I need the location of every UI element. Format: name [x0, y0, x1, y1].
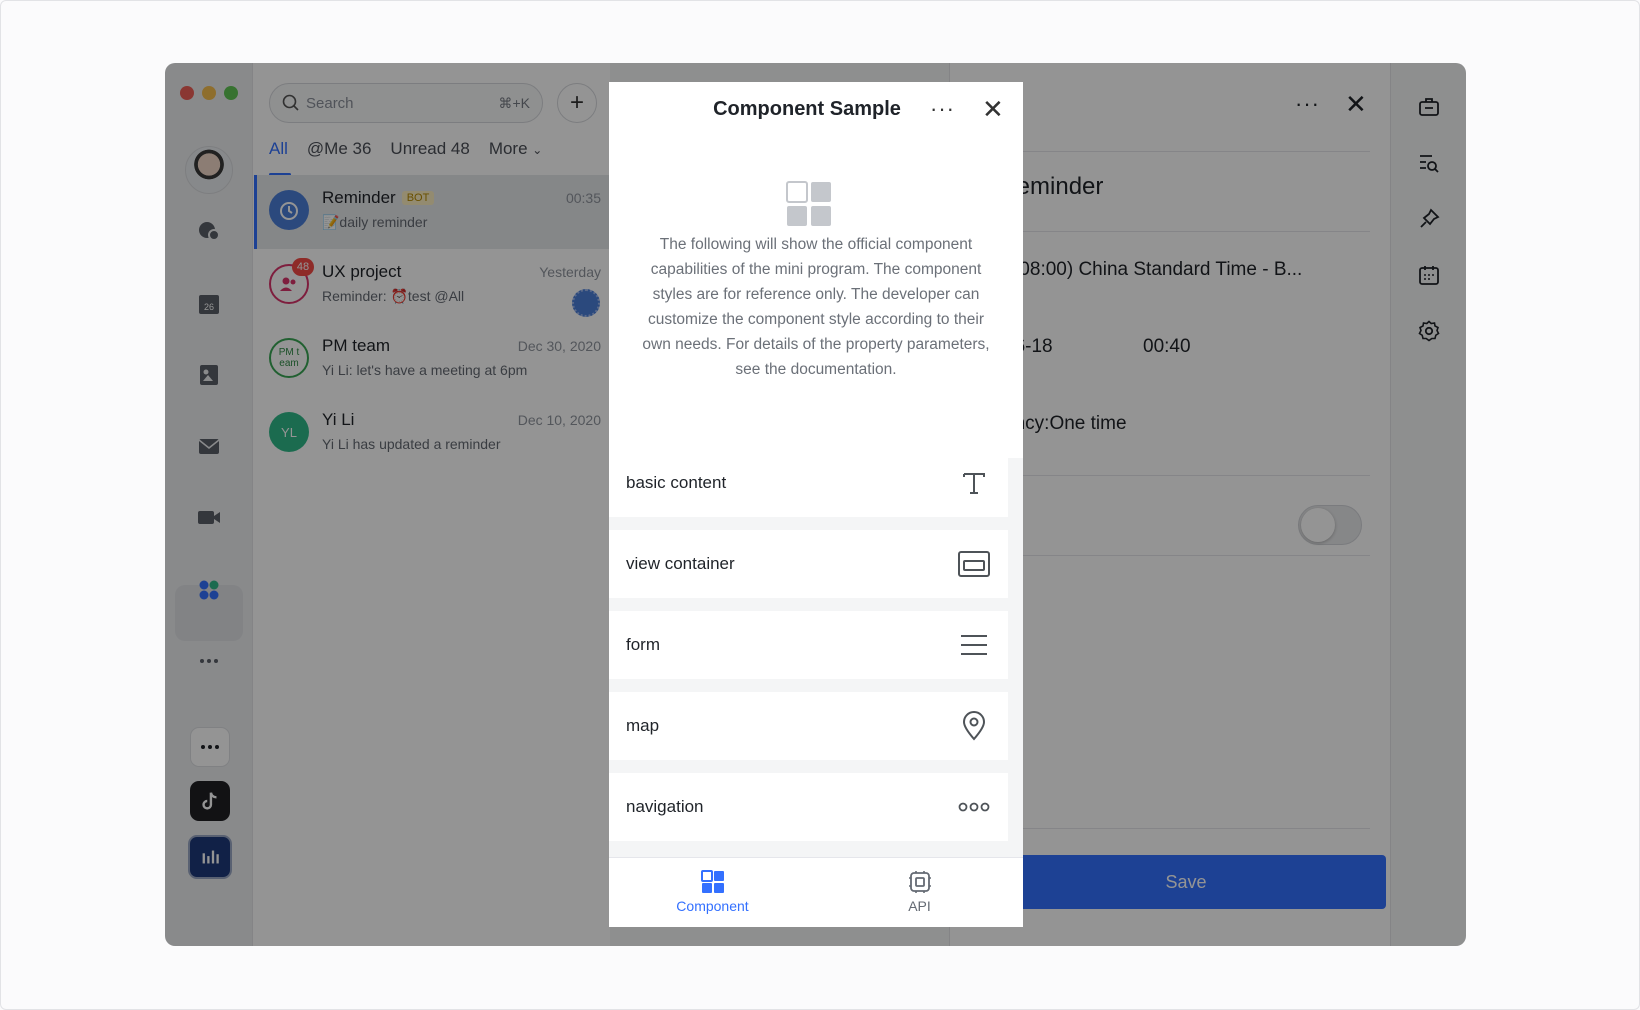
item-label: view container	[626, 554, 735, 573]
tab-label: Component	[676, 898, 749, 914]
component-item-view-container[interactable]: view container	[609, 530, 1008, 598]
item-label: navigation	[626, 797, 704, 816]
component-item-map[interactable]: map	[609, 692, 1008, 760]
container-icon	[958, 548, 990, 580]
components-logo-icon	[786, 181, 831, 226]
item-label: map	[626, 716, 660, 735]
intro-description: The following will show the official com…	[642, 236, 990, 378]
more-options-icon[interactable]: ···	[930, 96, 955, 122]
tab-api[interactable]: API	[816, 870, 1023, 914]
component-item-basic-content[interactable]: basic content	[609, 449, 1008, 517]
close-icon[interactable]: ✕	[982, 94, 1004, 125]
dialog-header: Component Sample ··· ✕	[609, 82, 1023, 138]
form-lines-icon	[958, 629, 990, 661]
dots-navigation-icon	[958, 791, 990, 823]
component-sample-dialog: Component Sample ··· ✕ The following wil…	[609, 82, 1023, 927]
item-label: form	[626, 635, 660, 654]
intro-section: The following will show the official com…	[609, 138, 1023, 458]
api-chip-icon	[908, 871, 931, 893]
dialog-tab-bar: Component API	[609, 857, 1023, 927]
item-label: basic content	[626, 473, 727, 492]
tab-label: API	[908, 898, 931, 914]
component-tab-icon	[700, 870, 724, 893]
text-t-icon	[958, 467, 990, 499]
component-item-form[interactable]: form	[609, 611, 1008, 679]
map-pin-icon	[958, 710, 990, 742]
tab-component[interactable]: Component	[609, 870, 816, 914]
component-item-navigation[interactable]: navigation	[609, 773, 1008, 841]
